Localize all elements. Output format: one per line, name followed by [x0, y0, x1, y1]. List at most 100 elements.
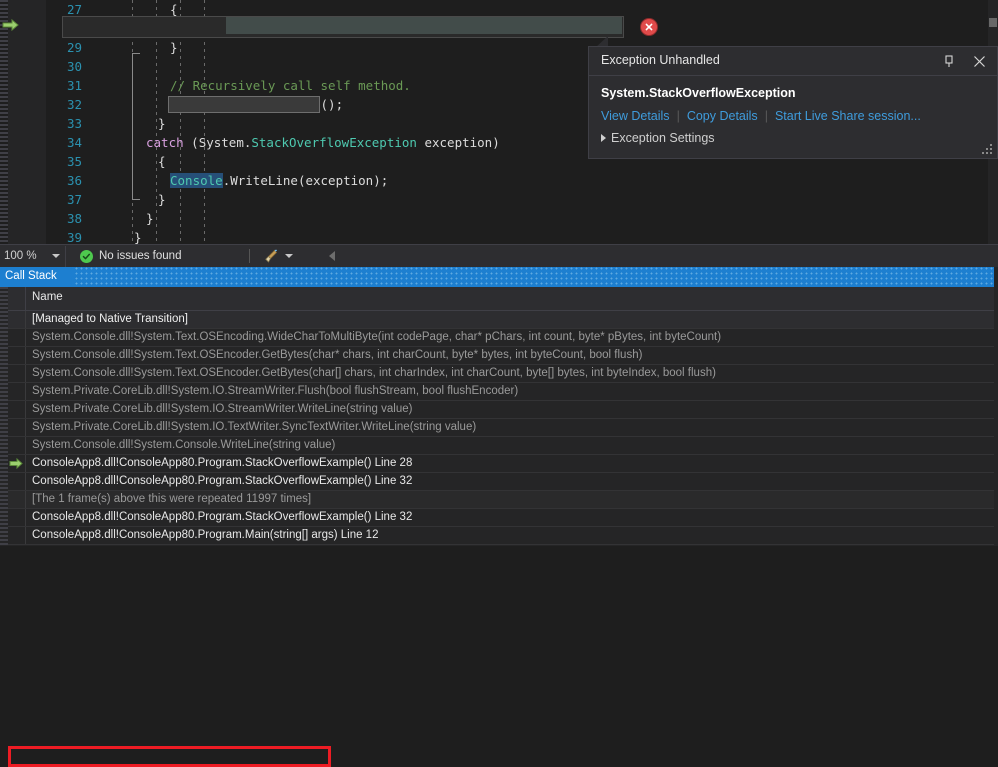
- exception-helper-popup[interactable]: Exception Unhandled System.StackOverflow…: [588, 46, 998, 159]
- call-stack-title-bar[interactable]: Call Stack: [0, 267, 998, 287]
- row-gutter: [8, 401, 26, 418]
- call-stack-row[interactable]: System.Console.dll!System.Text.OSEncoder…: [8, 347, 998, 365]
- code-line-text: // Recursively call self method.: [170, 78, 411, 93]
- line-number: 31: [66, 78, 82, 93]
- call-stack-row[interactable]: ConsoleApp8.dll!ConsoleApp80.Program.Sta…: [8, 473, 998, 491]
- issues-status-text: No issues found: [99, 250, 182, 262]
- check-circle-icon: [80, 249, 93, 263]
- close-icon[interactable]: [969, 51, 989, 71]
- row-gutter: [8, 419, 26, 436]
- code-line-text: {: [158, 154, 166, 169]
- code-line[interactable]: 39}: [46, 228, 998, 244]
- exception-popup-title: Exception Unhandled: [601, 53, 720, 67]
- call-stack-frame-text: System.Private.CoreLib.dll!System.IO.Str…: [32, 403, 413, 415]
- call-stack-row[interactable]: [The 1 frame(s) above this were repeated…: [8, 491, 998, 509]
- call-stack-left-edge-strip: [0, 287, 8, 546]
- start-live-share-link[interactable]: Start Live Share session...: [775, 109, 921, 123]
- copy-details-link[interactable]: Copy Details: [687, 109, 758, 123]
- row-gutter: [8, 455, 26, 472]
- line-number: 37: [66, 192, 82, 207]
- call-stack-row[interactable]: [Managed to Native Transition]: [8, 311, 998, 329]
- code-cleanup-button[interactable]: [264, 249, 294, 264]
- issues-status[interactable]: No issues found: [66, 249, 182, 263]
- current-frame-arrow-icon: [9, 457, 23, 470]
- call-stack-frame-text: ConsoleApp8.dll!ConsoleApp80.Program.Mai…: [32, 529, 379, 541]
- call-stack-table[interactable]: Name [Managed to Native Transition] Syste…: [8, 287, 998, 546]
- link-separator: |: [764, 109, 768, 123]
- call-stack-frame-text: System.Console.dll!System.Console.WriteL…: [32, 439, 336, 451]
- exception-settings-label: Exception Settings: [611, 131, 715, 145]
- call-stack-row[interactable]: System.Console.dll!System.Text.OSEncodin…: [8, 329, 998, 347]
- code-line-text: catch (System.StackOverflowException exc…: [146, 135, 500, 150]
- call-stack-row[interactable]: System.Console.dll!System.Console.WriteL…: [8, 437, 998, 455]
- row-gutter: [8, 491, 26, 508]
- line-number: 36: [66, 173, 82, 188]
- call-stack-panel: Call Stack Name [Managed to Native Trans…: [0, 267, 998, 767]
- status-separator: [249, 249, 251, 263]
- current-statement-arrow-icon: [2, 18, 19, 32]
- error-circle-x-icon[interactable]: [640, 18, 658, 36]
- column-header-name: Name: [32, 291, 63, 303]
- exception-action-links: View Details | Copy Details | Start Live…: [601, 109, 985, 123]
- row-gutter: [8, 527, 26, 544]
- line-number: 38: [66, 211, 82, 226]
- row-gutter: [8, 473, 26, 490]
- row-gutter: [8, 509, 26, 526]
- call-stack-row[interactable]: ConsoleApp8.dll!ConsoleApp80.Program.Sta…: [8, 509, 998, 527]
- view-details-link[interactable]: View Details: [601, 109, 670, 123]
- line-number: 34: [66, 135, 82, 150]
- line-number: 32: [66, 97, 82, 112]
- row-gutter: [8, 347, 26, 364]
- current-statement-token-highlight: [226, 17, 622, 34]
- row-gutter: [8, 311, 26, 328]
- line-number: 30: [66, 59, 82, 74]
- exception-settings-expander[interactable]: Exception Settings: [601, 131, 985, 145]
- editor-glyph-margin[interactable]: [8, 0, 46, 244]
- call-stack-frame-text: System.Private.CoreLib.dll!System.IO.Str…: [32, 385, 519, 397]
- code-cleanup-broom-icon: [265, 249, 278, 263]
- exception-popup-body: System.StackOverflowException View Detai…: [589, 76, 997, 145]
- collapse-left-icon[interactable]: [329, 251, 336, 261]
- call-stack-frame-text: ConsoleApp8.dll!ConsoleApp80.Program.Sta…: [32, 475, 413, 487]
- call-stack-frame-text: System.Console.dll!System.Text.OSEncoder…: [32, 349, 643, 361]
- call-stack-column-header[interactable]: Name: [8, 287, 998, 311]
- editor-status-bar: 100 % No issues found: [0, 244, 998, 267]
- call-stack-frame-text: ConsoleApp8.dll!ConsoleApp80.Program.Sta…: [32, 457, 413, 469]
- zoom-level-dropdown[interactable]: 100 %: [0, 245, 66, 267]
- code-line[interactable]: 36 Console.WriteLine(exception);: [46, 171, 998, 190]
- row-gutter: [8, 329, 26, 346]
- call-stack-row[interactable]: System.Private.CoreLib.dll!System.IO.Tex…: [8, 419, 998, 437]
- exception-popup-header: Exception Unhandled: [589, 47, 997, 76]
- call-stack-frame-text: ConsoleApp8.dll!ConsoleApp80.Program.Sta…: [32, 511, 413, 523]
- editor-scrollbar-thumb[interactable]: [989, 18, 997, 27]
- call-stack-frame-text: System.Console.dll!System.Text.OSEncoder…: [32, 367, 716, 379]
- line-number: 39: [66, 230, 82, 244]
- title-bar-drag-texture: [74, 267, 998, 287]
- exception-type-text: System.StackOverflowException: [601, 86, 796, 100]
- call-stack-row[interactable]: ConsoleApp8.dll!ConsoleApp80.Program.Sta…: [8, 455, 998, 473]
- row-gutter: [8, 365, 26, 382]
- resize-grip-icon[interactable]: [981, 143, 993, 155]
- pin-icon[interactable]: [939, 51, 959, 71]
- code-line-text: }: [158, 192, 166, 207]
- line-number: 35: [66, 154, 82, 169]
- visual-studio-debug-window: 27{28Console.WriteLine($"Current counter…: [0, 0, 998, 767]
- call-stack-row[interactable]: System.Console.dll!System.Text.OSEncoder…: [8, 365, 998, 383]
- code-line[interactable]: 38}: [46, 209, 998, 228]
- row-gutter: [8, 383, 26, 400]
- call-stack-row[interactable]: ConsoleApp8.dll!ConsoleApp80.Program.Mai…: [8, 527, 998, 545]
- chevron-down-icon: [52, 254, 60, 258]
- code-line-text: Console.WriteLine(exception);: [170, 173, 389, 188]
- call-stack-frame-text: System.Private.CoreLib.dll!System.IO.Tex…: [32, 421, 477, 433]
- code-line-text: }: [146, 211, 154, 226]
- call-stack-row[interactable]: System.Private.CoreLib.dll!System.IO.Str…: [8, 383, 998, 401]
- chevron-right-icon: [601, 134, 606, 142]
- line-number: 29: [66, 40, 82, 55]
- row-gutter: [8, 437, 26, 454]
- call-stack-title: Call Stack: [5, 270, 57, 282]
- link-separator: |: [676, 109, 680, 123]
- call-stack-row[interactable]: System.Private.CoreLib.dll!System.IO.Str…: [8, 401, 998, 419]
- column-divider: [25, 287, 26, 310]
- call-stack-right-edge-strip: [994, 267, 998, 546]
- code-line[interactable]: 37}: [46, 190, 998, 209]
